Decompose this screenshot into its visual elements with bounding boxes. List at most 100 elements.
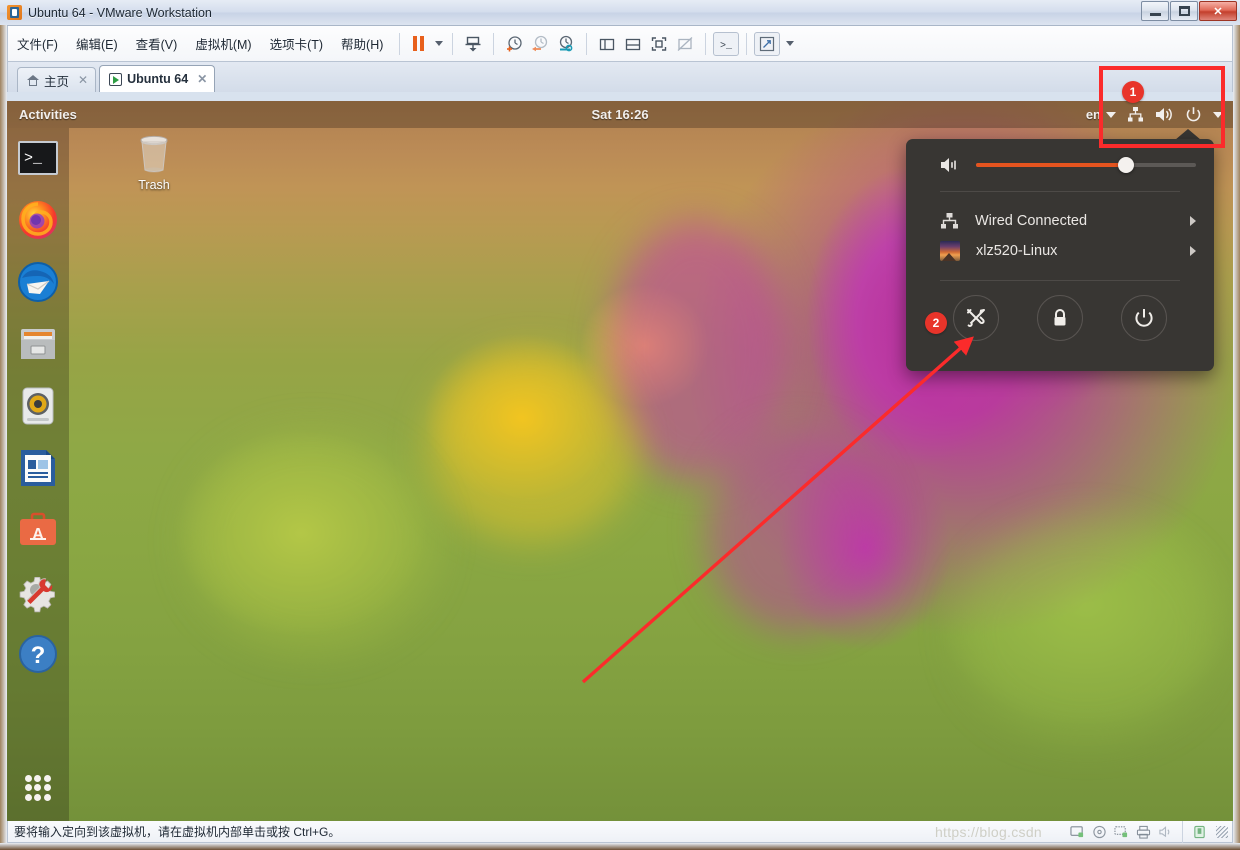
menu-row-user-label: xlz520-Linux — [976, 243, 1058, 259]
menu-bar: 文件(F) 编辑(E) 查看(V) 虚拟机(M) 选项卡(T) 帮助(H) >_ — [7, 26, 1233, 62]
menu-help[interactable]: 帮助(H) — [332, 31, 392, 56]
volume-slider-fill — [976, 163, 1126, 167]
suspend-dropdown-caret[interactable] — [429, 32, 445, 56]
snapshot-revert-icon[interactable] — [527, 32, 553, 56]
fullscreen-icon[interactable] — [646, 32, 672, 56]
activities-button[interactable]: Activities — [19, 107, 77, 122]
tab-ubuntu64-label: Ubuntu 64 — [127, 72, 189, 86]
dock-item-settings-tools[interactable] — [15, 569, 61, 615]
toolbar-separator — [452, 32, 454, 55]
stretch-dropdown-caret[interactable] — [780, 32, 796, 56]
menu-row-user[interactable]: xlz520-Linux — [906, 236, 1214, 266]
tab-strip: 主页 ✕ Ubuntu 64 ✕ — [7, 62, 1233, 92]
minimize-button[interactable] — [1141, 1, 1169, 21]
show-console-icon[interactable] — [620, 32, 646, 56]
cd-drive-icon[interactable] — [1092, 825, 1107, 839]
dock-item-software[interactable]: A — [15, 507, 61, 553]
svg-text:>_: >_ — [720, 41, 733, 51]
dock-item-help[interactable]: ? — [15, 631, 61, 677]
dock-item-firefox[interactable] — [15, 197, 61, 243]
svg-text:A: A — [32, 526, 44, 543]
annotation-badge-1: 1 — [1122, 81, 1144, 103]
removable-device-icon[interactable] — [1070, 825, 1085, 839]
toolbar-separator — [493, 32, 495, 55]
chevron-right-icon — [1190, 216, 1196, 226]
toolbar-separator — [399, 32, 401, 55]
menu-row-network[interactable]: Wired Connected — [906, 206, 1214, 236]
home-icon — [27, 74, 39, 86]
volume-icon — [941, 158, 956, 172]
tab-home[interactable]: 主页 ✕ — [17, 67, 97, 92]
tools-icon — [967, 309, 985, 327]
volume-slider-knob[interactable] — [1117, 157, 1134, 173]
toolbar-separator — [705, 32, 707, 55]
dock-item-files[interactable] — [15, 321, 61, 367]
show-applications-button[interactable] — [15, 765, 61, 811]
status-bar: 要将输入定向到该虚拟机，请在虚拟机内部单击或按 Ctrl+G。 https://… — [7, 820, 1233, 843]
desktop-icon-trash-label: Trash — [138, 178, 170, 192]
unity-mode-icon[interactable] — [672, 32, 698, 56]
settings-button[interactable] — [953, 295, 999, 341]
close-button[interactable]: ✕ — [1199, 1, 1237, 21]
tab-home-label: 主页 — [44, 74, 70, 89]
menu-view[interactable]: 查看(V) — [127, 31, 187, 56]
suspend-icon[interactable] — [407, 32, 429, 56]
vm-running-icon — [109, 72, 123, 86]
trash-icon — [136, 134, 172, 174]
window-border-left — [0, 25, 7, 850]
menu-row-network-label: Wired Connected — [975, 213, 1088, 229]
lock-icon — [1054, 309, 1066, 326]
lock-button[interactable] — [1037, 295, 1083, 341]
svg-text:>_: >_ — [24, 150, 43, 167]
printer-icon[interactable] — [1136, 825, 1151, 839]
power-icon — [1135, 309, 1153, 327]
gnome-dock: >_ A ? — [7, 128, 69, 821]
toolbar-separator — [586, 32, 588, 55]
snapshot-manager-icon[interactable] — [553, 32, 579, 56]
tab-ubuntu64[interactable]: Ubuntu 64 ✕ — [99, 65, 216, 92]
title-bar: Ubuntu 64 - VMware Workstation ✕ — [0, 0, 1240, 26]
system-menu-popup[interactable]: Wired Connected xlz520-Linux — [906, 139, 1214, 371]
gnome-top-bar: Activities Sat 16:26 en — [7, 101, 1233, 128]
menu-tabs[interactable]: 选项卡(T) — [261, 31, 332, 56]
menu-file[interactable]: 文件(F) — [8, 31, 67, 56]
volume-slider[interactable] — [976, 157, 1196, 173]
vmware-workstation-window: Ubuntu 64 - VMware Workstation ✕ 文件(F) 编… — [0, 0, 1240, 850]
snapshot-take-icon[interactable] — [501, 32, 527, 56]
dock-item-rhythmbox[interactable] — [15, 383, 61, 429]
toolbar-separator — [746, 32, 748, 55]
show-sidebar-icon[interactable] — [594, 32, 620, 56]
status-message: 要将输入定向到该虚拟机，请在虚拟机内部单击或按 Ctrl+G。 — [14, 825, 341, 839]
network-adapter-icon[interactable] — [1114, 825, 1129, 839]
dock-item-terminal[interactable]: >_ — [15, 135, 61, 181]
vmware-icon — [7, 5, 22, 20]
terminal-icon[interactable]: >_ — [713, 31, 740, 56]
window-frame: Ubuntu 64 - VMware Workstation ✕ 文件(F) 编… — [0, 0, 1240, 850]
stretch-icon[interactable] — [754, 31, 781, 56]
clock[interactable]: Sat 16:26 — [7, 107, 1233, 122]
maximize-button[interactable] — [1170, 1, 1198, 21]
usb-device-icon[interactable] — [1192, 825, 1207, 839]
svg-text:?: ? — [31, 642, 46, 669]
power-button[interactable] — [1121, 295, 1167, 341]
window-controls: ✕ — [1141, 1, 1237, 21]
dock-item-libreoffice-writer[interactable] — [15, 445, 61, 491]
menu-vm[interactable]: 虚拟机(M) — [186, 31, 260, 56]
window-border-bottom — [0, 843, 1240, 850]
tab-home-close[interactable]: ✕ — [78, 73, 88, 87]
user-avatar — [940, 241, 960, 261]
tab-ubuntu64-close[interactable]: ✕ — [197, 72, 207, 86]
status-separator — [1182, 820, 1183, 843]
desktop-icon-trash[interactable]: Trash — [119, 134, 189, 192]
chevron-right-icon — [1190, 246, 1196, 256]
sound-device-icon[interactable] — [1158, 825, 1173, 839]
power-down-icon[interactable] — [460, 32, 486, 56]
status-device-icons — [1070, 820, 1228, 843]
window-border-right — [1233, 25, 1240, 850]
network-wired-icon — [941, 213, 958, 229]
menu-edit[interactable]: 编辑(E) — [67, 31, 127, 56]
system-menu-actions — [906, 281, 1214, 355]
resize-grip[interactable] — [1216, 825, 1228, 838]
dock-item-thunderbird[interactable] — [15, 259, 61, 305]
annotation-badge-2: 2 — [925, 312, 947, 334]
